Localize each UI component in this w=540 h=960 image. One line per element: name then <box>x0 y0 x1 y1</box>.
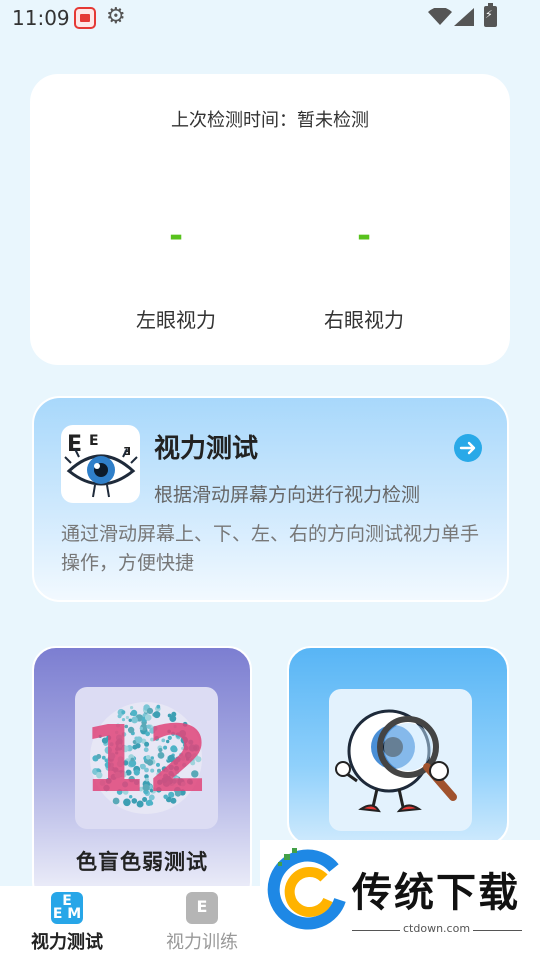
eye-chart-icon: E E E <box>61 425 140 503</box>
right-eye-result: - 右眼视力 <box>289 214 439 333</box>
status-bar: 11:09 ⚙ <box>0 0 540 36</box>
watermark-title: 传统下载 <box>352 870 520 916</box>
last-test-time: 上次检测时间：暂未检测 <box>30 106 510 132</box>
left-eye-label: 左眼视力 <box>136 308 216 332</box>
tab-vision-training[interactable]: E 视力训练 <box>147 892 257 954</box>
watermark-logo: 传统下载 ctdown.com <box>260 840 540 936</box>
left-eye-value: - <box>168 216 184 256</box>
wifi-icon <box>428 8 452 25</box>
vision-test-title: 视力测试 <box>154 434 259 464</box>
right-eye-label: 右眼视力 <box>324 308 404 332</box>
right-eye-value: - <box>356 216 372 256</box>
color-blind-test-card[interactable]: 12 色盲色弱测试 <box>32 646 252 906</box>
last-test-time-value: 暂未检测 <box>297 110 369 131</box>
tab-vision-test-label: 视力测试 <box>31 932 103 953</box>
last-test-time-label: 上次检测时间： <box>171 110 297 131</box>
vision-test-card[interactable]: E E E 视力测试 根据滑动屏幕方向进行视力检测 通过滑动屏幕上、下、左、右的… <box>32 396 509 602</box>
eyeball-magnifier-icon <box>329 689 472 831</box>
eye-chart-tab-icon: EE M <box>51 892 83 924</box>
left-eye-result: - 左眼视力 <box>101 214 251 333</box>
vision-test-subtitle: 根据滑动屏幕方向进行视力检测 <box>154 484 421 506</box>
color-blind-test-title: 色盲色弱测试 <box>76 850 208 874</box>
battery-icon <box>484 3 497 27</box>
training-tab-icon: E <box>186 892 218 924</box>
vision-test-description: 通过滑动屏幕上、下、左、右的方向测试视力单手操作，方便快捷 <box>61 523 480 574</box>
status-time: 11:09 <box>12 6 70 30</box>
last-record-card: 上次检测时间：暂未检测 - 左眼视力 - 右眼视力 <box>30 74 510 365</box>
signal-icon <box>454 8 474 26</box>
notification-icon <box>74 7 96 29</box>
plate-number: 12 <box>82 706 210 813</box>
arrow-right-icon[interactable] <box>454 434 482 462</box>
svg-text:E: E <box>67 432 82 457</box>
color-plate-icon: 12 <box>75 687 218 829</box>
eye-exam-card[interactable] <box>287 646 509 846</box>
gear-icon: ⚙ <box>106 4 126 29</box>
tab-vision-test[interactable]: EE M 视力测试 <box>12 892 122 954</box>
tab-vision-training-label: 视力训练 <box>166 932 238 953</box>
watermark-url: ctdown.com <box>400 922 474 935</box>
svg-text:E: E <box>89 433 99 449</box>
